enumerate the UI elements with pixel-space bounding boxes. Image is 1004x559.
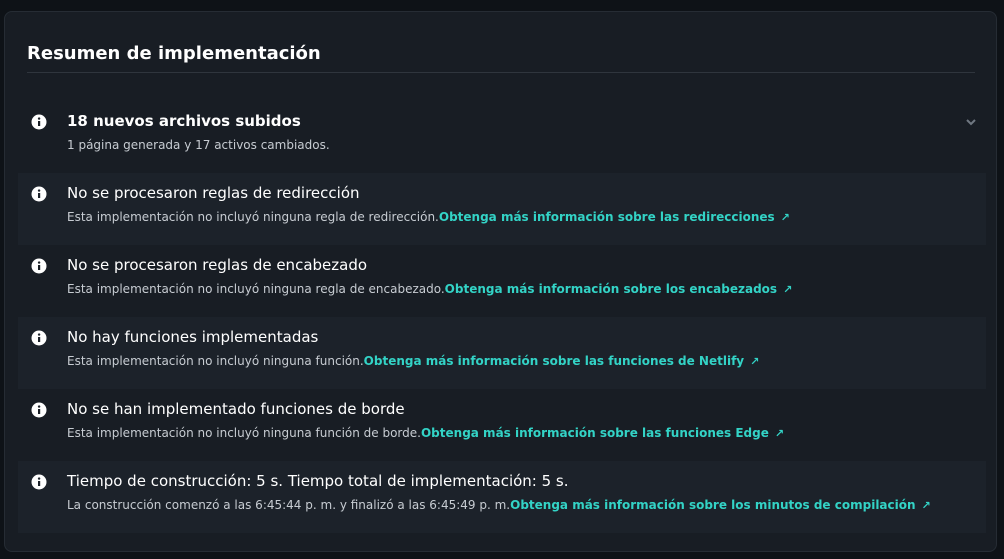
item-title: No se han implementado funciones de bord… <box>67 400 405 418</box>
learn-more-headers-link[interactable]: Obtenga más información sobre los encabe… <box>445 282 793 296</box>
learn-more-redirects-link[interactable]: Obtenga más información sobre las redire… <box>439 210 790 224</box>
summary-item-functions: No hay funciones implementadas Esta impl… <box>18 317 986 389</box>
item-title: 18 nuevos archivos subidos <box>67 112 301 130</box>
info-icon <box>31 402 47 418</box>
info-icon <box>31 258 47 274</box>
learn-more-functions-link[interactable]: Obtenga más información sobre las funcio… <box>364 354 760 368</box>
summary-item-redirects: No se procesaron reglas de redirección E… <box>18 173 986 245</box>
item-title: No se procesaron reglas de redirección <box>67 184 360 202</box>
item-title: No se procesaron reglas de encabezado <box>67 256 368 274</box>
summary-item-headers: No se procesaron reglas de encabezado Es… <box>18 245 986 317</box>
item-description-text: Esta implementación no incluyó ninguna r… <box>67 210 439 224</box>
link-label: Obtenga más información sobre las funcio… <box>363 354 745 368</box>
item-description: La construcción comenzó a las 6:45:44 p.… <box>67 497 931 514</box>
item-description-text: Esta implementación no incluyó ninguna f… <box>67 354 364 368</box>
item-description: Esta implementación no incluyó ninguna f… <box>67 425 784 442</box>
link-label: Obtenga más información sobre las funcio… <box>420 426 769 440</box>
chevron-down-icon[interactable] <box>964 115 978 129</box>
item-description: Esta implementación no incluyó ninguna f… <box>67 353 759 370</box>
summary-item-build-time: Tiempo de construcción: 5 s. Tiempo tota… <box>18 461 986 533</box>
info-icon <box>31 114 47 130</box>
external-link-icon: ↗ <box>774 427 785 440</box>
info-icon <box>31 474 47 490</box>
summary-item-uploaded-files[interactable]: 18 nuevos archivos subidos 1 página gene… <box>18 101 986 173</box>
external-link-icon: ↗ <box>921 499 931 512</box>
external-link-icon: ↗ <box>750 355 760 368</box>
external-link-icon: ↗ <box>780 211 790 224</box>
link-label: Obtenga más información sobre los encabe… <box>444 282 778 296</box>
summary-list: 18 nuevos archivos subidos 1 página gene… <box>18 101 986 533</box>
item-description: Esta implementación no incluyó ninguna r… <box>67 209 790 226</box>
info-icon <box>31 186 47 202</box>
summary-item-edge-functions: No se han implementado funciones de bord… <box>18 389 986 461</box>
item-description-text: Esta implementación no incluyó ninguna r… <box>67 282 445 296</box>
link-label: Obtenga más información sobre los minuto… <box>510 498 916 512</box>
item-description: 1 página generada y 17 activos cambiados… <box>67 138 330 152</box>
learn-more-build-minutes-link[interactable]: Obtenga más información sobre los minuto… <box>510 498 931 512</box>
info-icon <box>31 330 47 346</box>
item-title: No hay funciones implementadas <box>67 328 319 346</box>
panel-title: Resumen de implementación <box>27 43 321 64</box>
deploy-summary-panel: Resumen de implementación 18 nuevos arch… <box>4 11 997 552</box>
link-label: Obtenga más información sobre las redire… <box>438 210 775 224</box>
item-description: Esta implementación no incluyó ninguna r… <box>67 281 792 298</box>
divider <box>27 72 975 73</box>
item-description-text: La construcción comenzó a las 6:45:44 p.… <box>67 498 511 512</box>
item-title: Tiempo de construcción: 5 s. Tiempo tota… <box>67 472 569 490</box>
item-description-text: Esta implementación no incluyó ninguna f… <box>67 426 421 440</box>
learn-more-edge-functions-link[interactable]: Obtenga más información sobre las funcio… <box>421 426 784 440</box>
external-link-icon: ↗ <box>783 283 793 296</box>
